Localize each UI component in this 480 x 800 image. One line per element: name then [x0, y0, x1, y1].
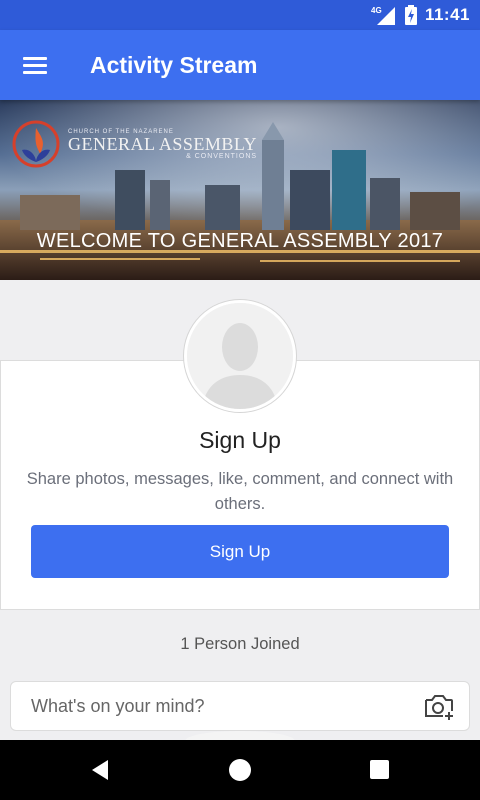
general-assembly-logo: CHURCH OF THE NAZARENE GENERAL ASSEMBLY …	[12, 120, 257, 168]
back-icon[interactable]	[88, 758, 112, 782]
signup-title: Sign Up	[199, 427, 281, 453]
logo-sub-text: & CONVENTIONS	[186, 152, 258, 160]
banner-headline: WELCOME TO GENERAL ASSEMBLY 2017	[36, 230, 444, 252]
hamburger-menu-icon[interactable]	[16, 50, 56, 80]
recents-icon[interactable]	[370, 760, 389, 779]
clock: 11:41	[424, 5, 470, 24]
page-title: Activity Stream	[90, 52, 258, 78]
cellular-signal-icon: 4G	[371, 6, 395, 25]
add-photo-icon[interactable]	[423, 693, 455, 721]
flame-logo-icon	[12, 120, 60, 168]
members-joined-count: 1 Person Joined	[180, 635, 300, 653]
post-composer[interactable]: What's on your mind?	[10, 681, 470, 731]
battery-charging-icon	[404, 5, 417, 25]
network-type-label: 4G	[371, 6, 382, 15]
app-bar: Activity Stream	[0, 30, 480, 100]
home-icon[interactable]	[229, 759, 251, 781]
system-nav-bar	[0, 740, 480, 800]
composer-placeholder[interactable]: What's on your mind?	[31, 696, 205, 717]
signup-description: Share photos, messages, like, comment, a…	[26, 470, 454, 513]
status-bar: 4G 11:41	[0, 0, 480, 30]
avatar	[184, 300, 296, 412]
welcome-banner: CHURCH OF THE NAZARENE GENERAL ASSEMBLY …	[0, 100, 480, 280]
status-icons: 4G 11:41	[371, 4, 470, 26]
logo-main-text: GENERAL ASSEMBLY	[68, 133, 258, 154]
default-avatar-icon	[187, 303, 293, 409]
sign-up-button[interactable]: Sign Up	[31, 525, 449, 578]
